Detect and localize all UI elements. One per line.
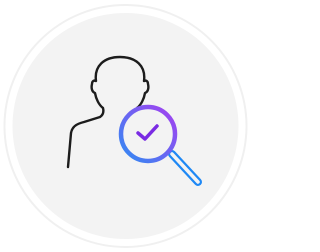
user-verification-badge [0, 0, 251, 252]
user-verification-icon [3, 4, 248, 248]
